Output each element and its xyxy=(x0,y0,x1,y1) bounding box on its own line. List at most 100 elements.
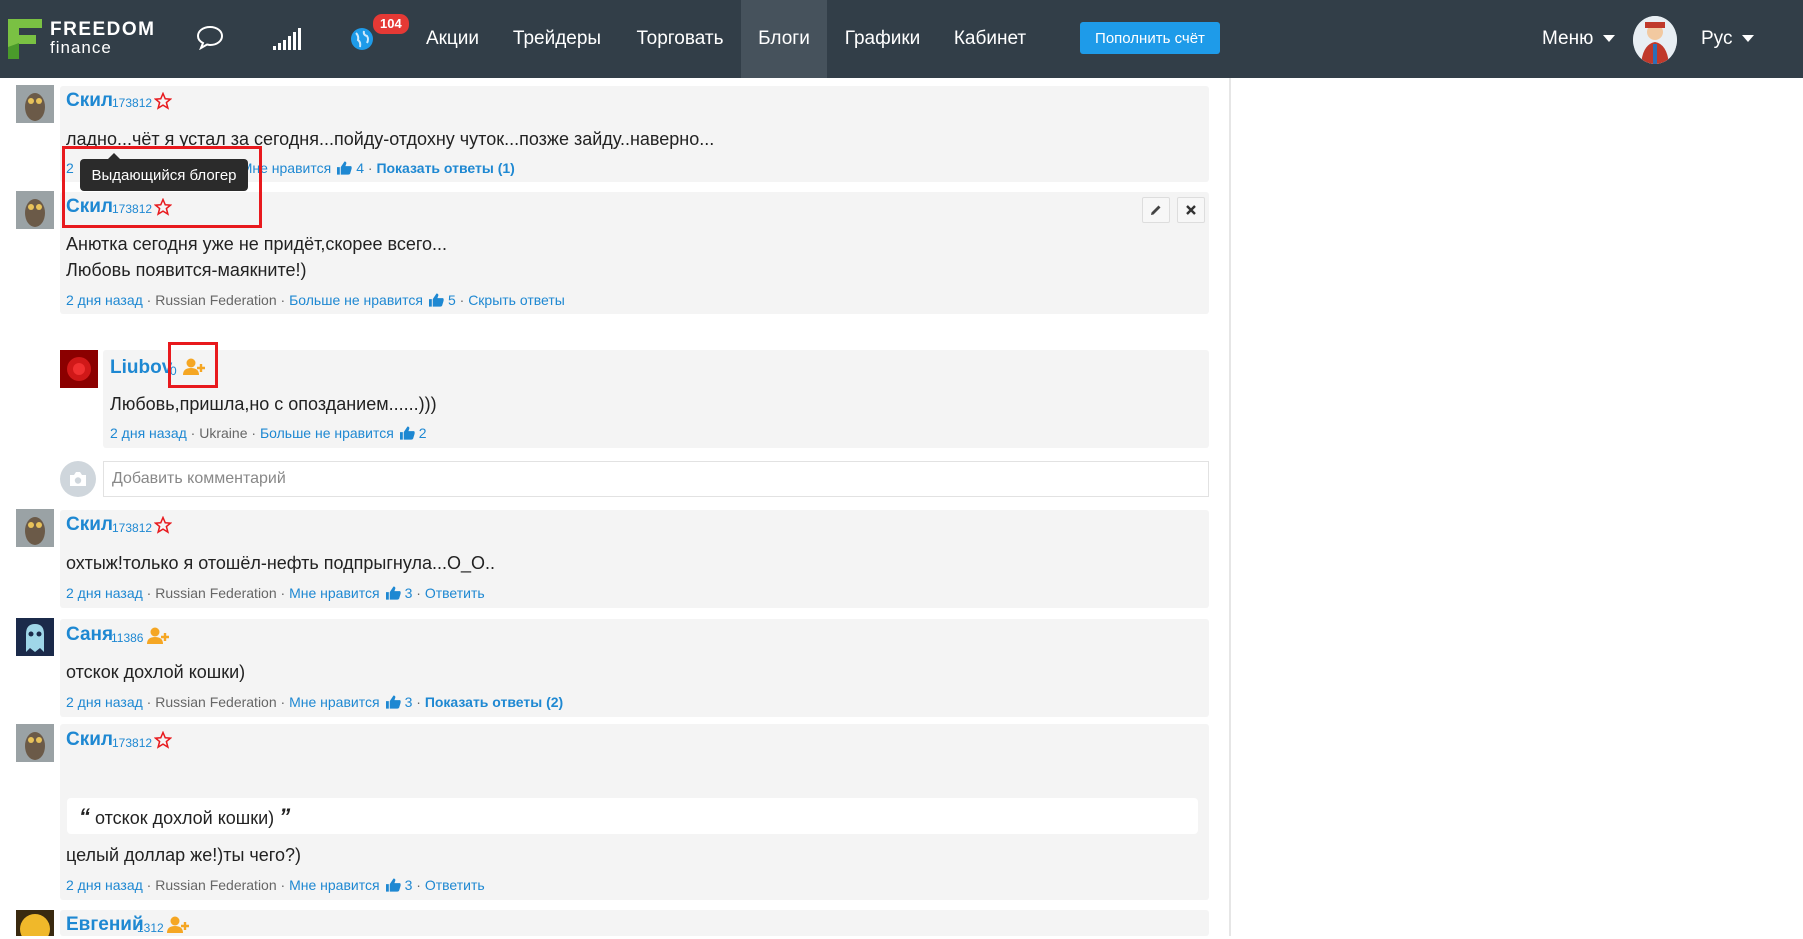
likes-count: 3 xyxy=(404,694,413,710)
comment-time[interactable]: 2 дня назад xyxy=(66,292,143,308)
show-replies-link[interactable]: Показать ответы (2) xyxy=(425,694,563,710)
likes-count: 3 xyxy=(404,585,413,601)
comment-time[interactable]: 2 дня назад xyxy=(110,425,187,441)
comment-time[interactable]: 2 дня назад xyxy=(66,585,143,601)
owl-avatar[interactable] xyxy=(16,509,54,547)
user-rating: 173812 xyxy=(112,736,153,750)
comment-text: Анютка сегодня уже не придёт,скорее всег… xyxy=(66,234,448,254)
comment-username[interactable]: Скил xyxy=(66,729,113,751)
red-flower-avatar[interactable] xyxy=(60,350,98,388)
quoted-text-block: “ отскок дохлой кошки) ” xyxy=(67,798,1198,834)
star-icon[interactable] xyxy=(153,91,173,115)
menu-dropdown[interactable]: Меню xyxy=(1542,28,1616,50)
thumbs-up-icon xyxy=(385,878,401,892)
logo-line1: FREEDOM xyxy=(50,19,156,40)
star-icon[interactable] xyxy=(153,730,173,754)
comment-meta: 2 дня назад · Russian Federation · Мне н… xyxy=(66,585,485,601)
user-rating: 11386 xyxy=(111,631,144,645)
likes-count: 4 xyxy=(356,160,364,176)
top-header: FREEDOM finance 104 Акции Трейдеры Торго… xyxy=(0,0,1803,78)
user-rating: 173812 xyxy=(112,96,153,110)
nav-traders[interactable]: Трейдеры xyxy=(503,0,611,78)
logo-f-icon xyxy=(8,19,42,59)
caret-down-icon xyxy=(1742,35,1755,43)
comment-username[interactable]: Скил xyxy=(66,514,113,536)
likes-count: 3 xyxy=(404,877,413,893)
likes-count: 5 xyxy=(447,292,456,308)
thumbs-up-icon xyxy=(385,695,401,709)
quote-close-icon: ” xyxy=(279,804,291,829)
camera-icon xyxy=(70,472,86,486)
user-avatar[interactable] xyxy=(1633,16,1677,64)
user-rating: 1312 xyxy=(137,921,164,935)
thumbs-up-icon xyxy=(337,161,352,175)
comment-time[interactable]: 2 дня назад xyxy=(66,694,143,710)
logo-line2: finance xyxy=(50,38,112,57)
nav-cabinet[interactable]: Кабинет xyxy=(948,0,1032,78)
thumbs-up-icon xyxy=(428,293,444,307)
unlike-link[interactable]: Больше не нравится xyxy=(260,425,394,441)
notification-count-badge: 104 xyxy=(373,14,409,34)
yellow-avatar[interactable] xyxy=(16,910,54,936)
comment-country: Russian Federation xyxy=(155,694,277,710)
comment-text: Любовь,пришла,но с опозданием......))) xyxy=(110,394,437,414)
thumbs-up-icon xyxy=(399,426,415,440)
reply-link[interactable]: Ответить xyxy=(425,585,485,601)
nav-stocks[interactable]: Акции xyxy=(410,0,495,78)
language-label: Рус xyxy=(1701,28,1733,49)
owl-avatar[interactable] xyxy=(16,191,54,229)
unlike-link[interactable]: Больше не нравится xyxy=(289,292,423,308)
ghost-avatar[interactable] xyxy=(16,618,54,656)
comment-username[interactable]: Евгений xyxy=(66,914,144,936)
like-link[interactable]: Мне нравится xyxy=(289,585,379,601)
like-link[interactable]: Мне нравится xyxy=(289,694,379,710)
quote-open-icon: “ xyxy=(79,804,90,829)
comment-time[interactable]: 2 дня назад xyxy=(66,877,143,893)
thumbs-up-icon xyxy=(385,586,401,600)
show-replies-link[interactable]: Показать ответы (1) xyxy=(376,160,514,176)
comment-card xyxy=(60,910,1209,936)
comment-country: Russian Federation xyxy=(155,585,277,601)
delete-comment-button[interactable] xyxy=(1177,197,1205,223)
comment-username[interactable]: Скил xyxy=(66,90,113,112)
blogger-tooltip: Выдающийся блогер xyxy=(80,153,248,191)
like-link[interactable]: Мне нравится xyxy=(289,877,379,893)
edit-comment-button[interactable] xyxy=(1142,197,1170,223)
chat-icon[interactable] xyxy=(196,24,224,55)
nav-trade[interactable]: Торговать xyxy=(622,0,738,78)
reply-link[interactable]: Ответить xyxy=(425,877,485,893)
comment-text: Любовь появится-маякните!) xyxy=(66,260,307,280)
caret-down-icon xyxy=(1603,35,1616,43)
star-icon[interactable] xyxy=(153,515,173,539)
topup-account-button[interactable]: Пополнить счёт xyxy=(1080,22,1220,54)
comment-meta: 2 дня назад · Ukraine · Больше не нравит… xyxy=(110,425,427,441)
owl-avatar[interactable] xyxy=(16,85,54,123)
owl-avatar[interactable] xyxy=(16,724,54,762)
freedom-finance-logo[interactable]: FREEDOM finance xyxy=(8,19,156,59)
comment-country: Russian Federation xyxy=(155,877,277,893)
comment-country: Russian Federation xyxy=(155,292,277,308)
user-rating: 173812 xyxy=(112,521,153,535)
comment-username[interactable]: Liubov xyxy=(110,357,172,379)
quote-text: отскок дохлой кошки) xyxy=(95,808,275,828)
menu-label: Меню xyxy=(1542,28,1594,49)
globe-notifications-icon[interactable] xyxy=(350,27,374,56)
likes-count: 2 xyxy=(418,425,427,441)
add-comment-input[interactable]: Добавить комментарий xyxy=(103,461,1209,497)
language-dropdown[interactable]: Рус xyxy=(1701,28,1755,50)
content-divider xyxy=(1229,78,1231,936)
comment-meta: 2 дня назад · Russian Federation · Больш… xyxy=(66,292,565,308)
comment-text: отскок дохлой кошки) xyxy=(66,662,246,682)
close-icon xyxy=(1186,205,1196,215)
signal-bars-icon[interactable] xyxy=(273,28,301,55)
hide-replies-link[interactable]: Скрыть ответы xyxy=(468,292,565,308)
comment-meta: 2 дня назад · Russian Federation · Мне н… xyxy=(66,694,564,710)
nav-blogs[interactable]: Блоги xyxy=(741,0,827,78)
comment-text: охтыж!только я отошёл-нефть подпрыгнула.… xyxy=(66,553,496,573)
add-friend-icon[interactable] xyxy=(147,627,169,650)
nav-charts[interactable]: Графики xyxy=(836,0,929,78)
comment-username[interactable]: Саня xyxy=(66,624,113,646)
pencil-icon xyxy=(1151,205,1161,215)
comment-text: целый доллар же!)ты чего?) xyxy=(66,845,301,865)
camera-avatar-placeholder xyxy=(60,461,96,497)
